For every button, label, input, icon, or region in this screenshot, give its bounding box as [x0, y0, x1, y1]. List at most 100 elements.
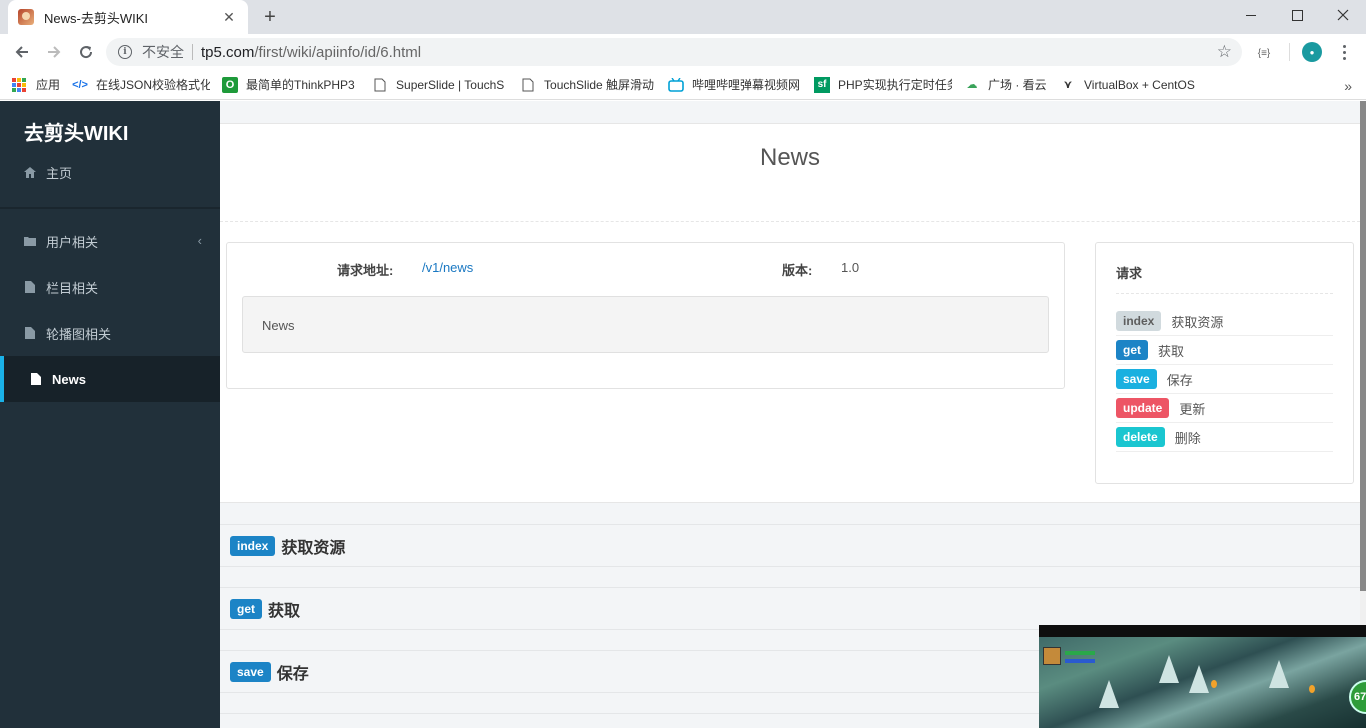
file-icon — [24, 281, 36, 293]
tab-title: News-去剪头WIKI — [44, 10, 149, 26]
extension-icon[interactable]: {≡} — [1254, 43, 1274, 63]
forward-button[interactable] — [40, 38, 68, 66]
health-bar — [1065, 651, 1095, 655]
close-tab-icon[interactable]: ✕ — [220, 8, 238, 26]
method-tag-delete: delete — [1116, 427, 1165, 447]
url-host: tp5.com — [201, 43, 255, 61]
sidebar-item-column[interactable]: 栏目相关 — [0, 264, 220, 310]
close-window-button[interactable] — [1320, 0, 1366, 30]
browser-toolbar: i 不安全 tp5.com/first/wiki/apiinfo/id/6.ht… — [0, 34, 1366, 70]
site-favicon-icon — [18, 9, 34, 25]
bookmark-touchslide[interactable]: TouchSlide 触屏滑动 — [520, 76, 656, 93]
hero-portrait-icon — [1043, 647, 1061, 665]
bookmark-thinkphp[interactable]: O 最简单的ThinkPHP3 — [222, 76, 360, 93]
page-title: News — [759, 144, 820, 171]
torch-icon — [1211, 680, 1217, 688]
bookmark-apps[interactable]: 应用 — [12, 76, 60, 93]
bookmark-sf[interactable]: sf PHP实现执行定时任务 — [814, 76, 952, 93]
method-tag-save: save — [1116, 369, 1157, 389]
sidebar-item-banner[interactable]: 轮播图相关 — [0, 310, 220, 356]
security-label[interactable]: 不安全 — [142, 42, 184, 62]
method-link-update[interactable]: update 更新 — [1116, 394, 1333, 423]
section-get[interactable]: get 获取 — [220, 587, 1360, 630]
sidebar-item-label: 栏目相关 — [46, 280, 99, 296]
toolbar-separator — [1289, 43, 1290, 61]
bookmark-json[interactable]: </> 在线JSON校验格式化 — [72, 76, 210, 93]
bilibili-icon — [668, 77, 684, 93]
section-title: 获取资源 — [281, 539, 346, 557]
bookmark-virtualbox[interactable]: ⋎ VirtualBox + CentOS — [1060, 77, 1196, 93]
method-link-save[interactable]: save 保存 — [1116, 365, 1333, 394]
cloud-icon: ☁ — [966, 79, 978, 91]
method-tag-index: index — [1116, 311, 1162, 331]
method-link-get[interactable]: get 获取 — [1116, 336, 1333, 365]
tree-icon — [1189, 665, 1209, 693]
bookmarks-bar: 应用 </> 在线JSON校验格式化 O 最简单的ThinkPHP3 Super… — [0, 70, 1366, 100]
tree-icon — [1159, 655, 1179, 683]
torch-icon — [1309, 685, 1315, 693]
file-icon — [24, 327, 36, 339]
arrow-left-icon — [15, 46, 28, 58]
info-icon[interactable]: i — [118, 45, 132, 59]
site-brand[interactable]: 去剪头WIKI — [24, 117, 128, 146]
apps-icon — [12, 77, 26, 92]
bookmark-bilibili[interactable]: 哔哩哔哩弹幕视频网 — [668, 76, 802, 93]
sidebar-item-news[interactable]: News — [0, 356, 220, 402]
request-address-label: 请求地址: — [337, 263, 394, 278]
sidebar-item-label: News — [52, 371, 86, 387]
method-label: 获取资源 — [1171, 314, 1224, 330]
section-tag: get — [230, 598, 262, 619]
title-divider — [220, 221, 1360, 222]
section-title: 获取 — [268, 602, 301, 620]
reload-button[interactable] — [72, 38, 100, 66]
page-scrollbar-thumb[interactable] — [1360, 101, 1366, 591]
sidebar-item-user[interactable]: 用户相关 ‹ — [0, 218, 220, 264]
method-link-delete[interactable]: delete 删除 — [1116, 423, 1333, 452]
request-methods-box: 请求 index 获取资源 get 获取 save 保存 update 更新 d… — [1095, 242, 1354, 484]
virtualbox-icon: ⋎ — [1063, 79, 1073, 91]
request-url-link[interactable]: /v1/news — [422, 260, 473, 275]
game-video-overlay[interactable]: 67 — [1039, 625, 1366, 728]
json-icon: </> — [72, 78, 88, 91]
back-button[interactable] — [8, 38, 36, 66]
methods-divider — [1116, 293, 1333, 294]
url-path: /first/wiki/apiinfo/id/6.html — [254, 43, 422, 61]
tree-icon — [1099, 680, 1119, 708]
chevron-left-icon: ‹ — [197, 233, 202, 248]
method-label: 保存 — [1166, 372, 1193, 388]
arrow-right-icon — [48, 46, 61, 58]
new-tab-button[interactable]: + — [258, 5, 282, 29]
bookmarks-overflow-icon[interactable]: » — [1344, 78, 1352, 94]
bookmark-kancloud[interactable]: ☁ 广场 · 看云 — [964, 76, 1048, 93]
browser-menu-icon[interactable] — [1334, 40, 1354, 64]
maximize-window-button[interactable] — [1274, 0, 1320, 30]
method-tag-get: get — [1116, 340, 1148, 360]
bookmark-superslide[interactable]: SuperSlide | TouchS — [372, 77, 508, 93]
method-label: 删除 — [1174, 430, 1201, 446]
minimize-window-button[interactable] — [1228, 0, 1274, 30]
method-link-index[interactable]: index 获取资源 — [1116, 307, 1333, 336]
section-index[interactable]: index 获取资源 — [220, 524, 1360, 567]
profile-avatar[interactable]: ● — [1302, 42, 1322, 62]
sidebar-item-home[interactable]: 主页 — [24, 163, 72, 182]
tree-icon — [1269, 660, 1289, 688]
close-icon — [1337, 9, 1349, 21]
sidebar: 去剪头WIKI 主页 用户相关 ‹ 栏目相关 轮播图相关 News — [0, 101, 220, 728]
folder-icon — [24, 236, 36, 246]
method-tag-update: update — [1116, 398, 1170, 418]
o-icon: O — [222, 76, 239, 93]
browser-tab[interactable]: News-去剪头WIKI ✕ — [8, 0, 248, 34]
omnibox-separator — [192, 44, 193, 60]
method-label: 获取 — [1158, 343, 1185, 359]
address-bar[interactable]: i 不安全 tp5.com/first/wiki/apiinfo/id/6.ht… — [106, 38, 1242, 66]
sidebar-home-label: 主页 — [46, 166, 73, 181]
bookmark-star-icon[interactable]: ☆ — [1217, 43, 1232, 61]
tab-strip: News-去剪头WIKI ✕ + — [0, 0, 1366, 34]
sf-icon: sf — [814, 76, 831, 93]
section-title: 保存 — [276, 665, 309, 683]
version-label: 版本: — [782, 263, 813, 278]
sidebar-divider — [0, 207, 220, 209]
method-label: 更新 — [1179, 401, 1206, 417]
reload-icon — [80, 46, 93, 59]
sidebar-item-label: 用户相关 — [46, 234, 99, 250]
